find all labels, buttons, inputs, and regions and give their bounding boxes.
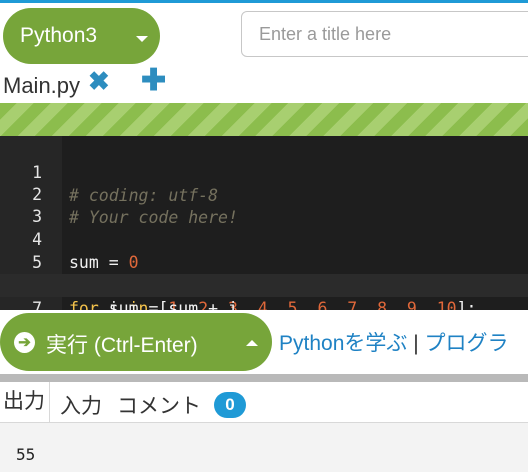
code-line: 6 sum = sum + i xyxy=(0,251,528,310)
line-number: 7 xyxy=(32,299,42,310)
chevron-down-icon xyxy=(136,36,148,42)
run-button-label: 実行 (Ctrl-Enter) xyxy=(46,334,198,357)
code-token: , xyxy=(387,299,407,310)
language-select-button[interactable]: Python3 xyxy=(3,8,160,64)
code-line: 2 # Your code here! xyxy=(0,160,528,227)
code-text: sum = sum + i xyxy=(69,297,238,310)
play-circle-icon: ➔ xyxy=(14,332,35,353)
code-number-token: 6 xyxy=(317,299,328,310)
code-token: i xyxy=(228,299,238,310)
editor-header-stripe xyxy=(0,103,528,136)
code-token: = xyxy=(138,299,169,310)
add-file-icon[interactable]: ✚ xyxy=(141,66,166,96)
code-token: sum xyxy=(108,299,139,310)
code-number-token: 8 xyxy=(377,299,387,310)
output-panel: 55 xyxy=(0,423,528,472)
top-accent-line xyxy=(0,0,528,3)
run-button[interactable]: ➔ 実行 (Ctrl-Enter) xyxy=(0,313,272,371)
code-token: , xyxy=(357,299,378,310)
language-label: Python3 xyxy=(20,24,98,47)
output-text: 55 xyxy=(16,445,36,464)
resize-divider[interactable] xyxy=(0,374,528,382)
run-toolbar: ➔ 実行 (Ctrl-Enter) Pythonを学ぶ | プログラ xyxy=(0,310,528,374)
programming-link[interactable]: プログラ xyxy=(425,332,509,355)
code-editor[interactable]: 1 # coding: utf-8 2 # Your code here! 3 … xyxy=(0,136,528,310)
code-token: , xyxy=(237,299,258,310)
code-number-token: 10 xyxy=(436,299,457,310)
code-number-token: 4 xyxy=(257,299,268,310)
header-links: Pythonを学ぶ | プログラ xyxy=(279,327,509,357)
code-token: ]: xyxy=(456,299,477,310)
code-line: 1 # coding: utf-8 xyxy=(0,138,528,205)
comment-count-badge: 0 xyxy=(214,392,246,418)
file-tab-main[interactable]: Main.py xyxy=(3,73,80,99)
code-token: sum xyxy=(168,299,199,310)
code-token: , xyxy=(327,299,348,310)
code-line: 3 xyxy=(0,182,528,226)
learn-python-link[interactable]: Pythonを学ぶ xyxy=(279,332,407,355)
code-token: , xyxy=(267,299,288,310)
code-token: , xyxy=(416,299,437,310)
title-input[interactable] xyxy=(241,11,528,57)
code-number-token: 7 xyxy=(347,299,358,310)
tab-comments[interactable]: コメント xyxy=(117,390,201,420)
code-line-active: 7 print (sum) xyxy=(0,274,528,310)
code-token: , xyxy=(297,299,318,310)
code-token: + xyxy=(198,299,228,310)
tab-output[interactable]: 出力 xyxy=(0,382,50,422)
code-line: 5 ▼ for i in [1, 2, 3, 4, 5, 6, 7, 8, 9,… xyxy=(0,228,528,310)
tab-input[interactable]: 入力 xyxy=(60,390,102,420)
link-separator: | xyxy=(413,332,419,355)
close-icon[interactable]: ✖ xyxy=(88,68,110,94)
code-number-token: 5 xyxy=(287,299,298,310)
code-number-token: 9 xyxy=(406,299,417,310)
chevron-up-icon[interactable] xyxy=(246,340,258,346)
code-line: 4 sum = 0 xyxy=(0,205,528,272)
output-tabs: 出力 入力 コメント 0 xyxy=(0,382,528,423)
